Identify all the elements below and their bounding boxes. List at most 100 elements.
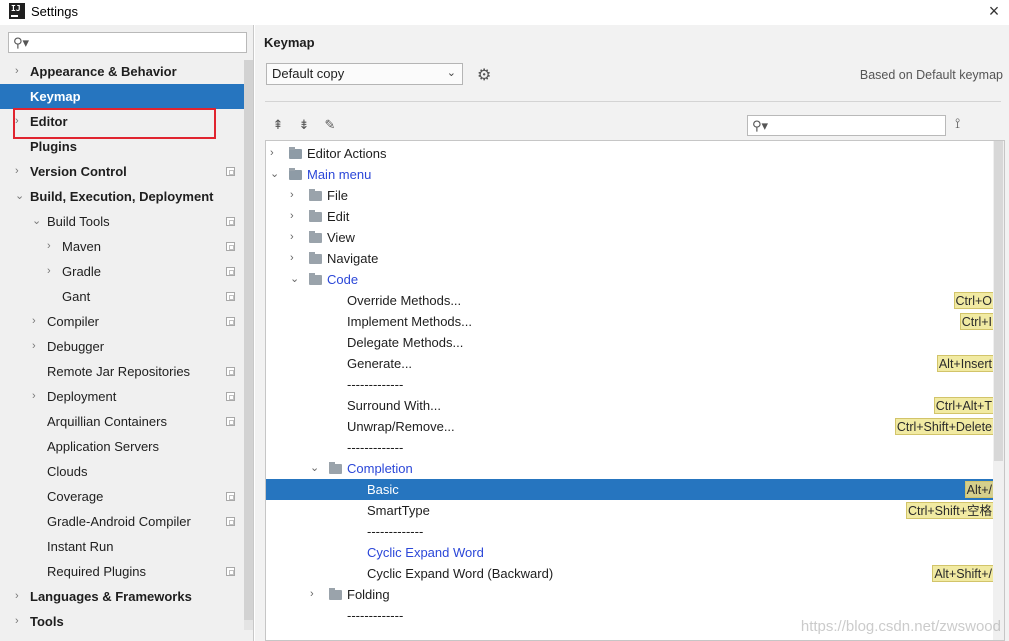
action-label: Editor Actions — [307, 146, 387, 161]
sidebar-item-label: Tools — [30, 614, 64, 629]
chevron-down-icon[interactable]: ⌄ — [32, 209, 42, 234]
sidebar-item-label: Languages & Frameworks — [30, 589, 192, 604]
sidebar-item[interactable]: ⌄ Build Tools — [0, 209, 244, 234]
action-tree-row[interactable]: ⌄ Main menu — [266, 164, 994, 185]
action-tree-row[interactable]: › File — [266, 185, 994, 206]
action-tree-row[interactable]: › Edit — [266, 206, 994, 227]
action-label: Cyclic Expand Word — [367, 545, 484, 560]
shortcut-badge: Alt+Shift+/ — [932, 565, 994, 582]
sidebar-item[interactable]: Gradle-Android Compiler — [0, 509, 244, 534]
sidebar-item[interactable]: › Appearance & Behavior — [0, 59, 244, 84]
project-level-icon — [226, 367, 235, 376]
action-tree-row[interactable]: › Navigate — [266, 248, 994, 269]
sidebar-item[interactable]: Coverage — [0, 484, 244, 509]
sidebar-search-input[interactable]: ⚲▾ — [8, 32, 247, 53]
action-tree-row[interactable]: Implement Methods... Ctrl+I — [266, 311, 994, 332]
sidebar-item[interactable]: Instant Run — [0, 534, 244, 559]
sidebar-item[interactable]: Application Servers — [0, 434, 244, 459]
gear-icon[interactable]: ⚙ — [477, 65, 491, 85]
sidebar-item-label: Editor — [30, 114, 68, 129]
sidebar-item[interactable]: Arquillian Containers — [0, 409, 244, 434]
sidebar-item[interactable]: Plugins — [0, 134, 244, 159]
sidebar-item[interactable]: › Gradle — [0, 259, 244, 284]
edit-pencil-icon[interactable]: ✎ — [321, 116, 339, 134]
chevron-down-icon[interactable]: ⌄ — [270, 164, 280, 185]
close-icon[interactable]: × — [983, 0, 1005, 22]
find-by-shortcut-icon[interactable]: ⟟ — [955, 115, 960, 132]
chevron-right-icon[interactable]: › — [270, 143, 280, 164]
action-tree-row[interactable]: SmartType Ctrl+Shift+空格 — [266, 500, 994, 521]
sidebar-item[interactable]: Gant — [0, 284, 244, 309]
search-icon: ⚲▾ — [752, 118, 769, 133]
action-tree-row[interactable]: › Folding — [266, 584, 994, 605]
sidebar-item-label: Gradle — [62, 264, 102, 279]
action-tree-row[interactable]: ⌄ Completion — [266, 458, 994, 479]
chevron-right-icon[interactable]: › — [15, 609, 25, 634]
chevron-right-icon[interactable]: › — [290, 227, 300, 248]
expand-all-icon[interactable]: ⇞ — [269, 116, 287, 134]
sidebar-item[interactable]: › Languages & Frameworks — [0, 584, 244, 609]
action-label: ------------- — [347, 608, 404, 623]
action-tree-row[interactable]: ------------- — [266, 437, 994, 458]
shortcut-badge: Ctrl+I — [959, 313, 994, 330]
chevron-down-icon[interactable]: ⌄ — [310, 458, 320, 479]
sidebar-item[interactable]: Keymap — [0, 84, 244, 109]
divider — [265, 101, 1001, 102]
action-tree-row[interactable]: Unwrap/Remove... Ctrl+Shift+Delete — [266, 416, 994, 437]
sidebar-item-label: Arquillian Containers — [47, 414, 167, 429]
sidebar-item[interactable]: › Version Control — [0, 159, 244, 184]
action-label: Generate... — [347, 356, 413, 371]
project-level-icon — [226, 217, 235, 226]
action-search-input[interactable]: ⚲▾ — [747, 115, 946, 136]
action-tree-row[interactable]: Generate... Alt+Insert — [266, 353, 994, 374]
sidebar-item[interactable]: › Debugger — [0, 334, 244, 359]
chevron-right-icon[interactable]: › — [15, 59, 25, 84]
sidebar-item[interactable]: › Editor — [0, 109, 244, 134]
chevron-right-icon[interactable]: › — [290, 206, 300, 227]
action-tree-row[interactable]: ------------- — [266, 374, 994, 395]
sidebar-item[interactable]: Clouds — [0, 459, 244, 484]
action-tree-row[interactable]: Override Methods... Ctrl+O — [266, 290, 994, 311]
chevron-right-icon[interactable]: › — [32, 309, 42, 334]
action-tree-row[interactable]: Cyclic Expand Word (Backward) Alt+Shift+/ — [266, 563, 994, 584]
keymap-select[interactable]: Default copy ⌄ — [266, 63, 463, 85]
sidebar-item[interactable]: › Deployment — [0, 384, 244, 409]
action-tree-scrollbar[interactable] — [993, 141, 1004, 640]
sidebar-item-label: Build, Execution, Deployment — [30, 189, 214, 204]
chevron-right-icon[interactable]: › — [15, 109, 25, 134]
action-tree-row[interactable]: Basic Alt+/ — [266, 479, 994, 500]
sidebar-item[interactable]: Remote Jar Repositories — [0, 359, 244, 384]
chevron-right-icon[interactable]: › — [15, 584, 25, 609]
action-tree-row[interactable]: ------------- — [266, 521, 994, 542]
chevron-right-icon[interactable]: › — [15, 159, 25, 184]
sidebar-item-label: Coverage — [47, 489, 104, 504]
sidebar-item[interactable]: ⌄ Build, Execution, Deployment — [0, 184, 244, 209]
action-tree-row[interactable]: › View — [266, 227, 994, 248]
sidebar-item[interactable]: › Compiler — [0, 309, 244, 334]
chevron-right-icon[interactable]: › — [290, 185, 300, 206]
collapse-all-icon[interactable]: ⇟ — [295, 116, 313, 134]
sidebar-item-label: Required Plugins — [47, 564, 147, 579]
sidebar-scrollbar[interactable] — [244, 60, 253, 630]
action-label: Basic — [367, 482, 399, 497]
sidebar-item[interactable]: Required Plugins — [0, 559, 244, 584]
chevron-right-icon[interactable]: › — [32, 334, 42, 359]
action-tree-row[interactable]: Surround With... Ctrl+Alt+T — [266, 395, 994, 416]
chevron-right-icon[interactable]: › — [310, 584, 320, 605]
chevron-right-icon[interactable]: › — [32, 384, 42, 409]
sidebar-item[interactable]: › Maven — [0, 234, 244, 259]
chevron-right-icon[interactable]: › — [47, 259, 57, 284]
project-level-icon — [226, 292, 235, 301]
action-tree-row[interactable]: Cyclic Expand Word — [266, 542, 994, 563]
action-tree-row[interactable]: › Editor Actions — [266, 143, 994, 164]
folder-icon — [309, 252, 322, 264]
action-label: Cyclic Expand Word (Backward) — [367, 566, 554, 581]
chevron-down-icon[interactable]: ⌄ — [15, 184, 25, 209]
action-tree-row[interactable]: Delegate Methods... — [266, 332, 994, 353]
chevron-right-icon[interactable]: › — [47, 234, 57, 259]
chevron-right-icon[interactable]: › — [290, 248, 300, 269]
chevron-down-icon[interactable]: ⌄ — [290, 269, 300, 290]
project-level-icon — [226, 242, 235, 251]
action-tree-row[interactable]: ⌄ Code — [266, 269, 994, 290]
sidebar-item[interactable]: › Tools — [0, 609, 244, 634]
